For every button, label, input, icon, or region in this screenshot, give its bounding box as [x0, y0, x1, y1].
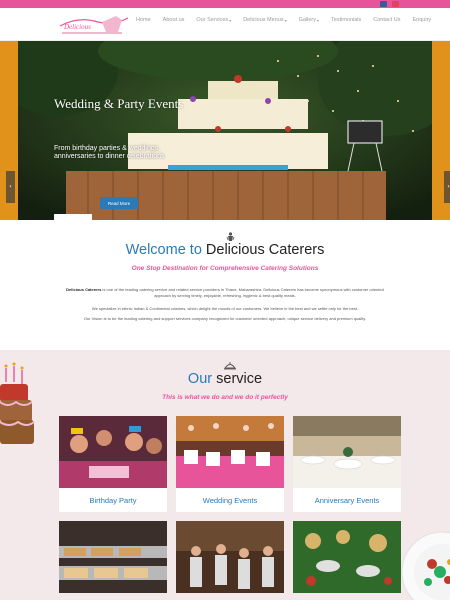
read-more-button[interactable]: Read More	[100, 197, 138, 209]
services-heading: Our service	[187, 371, 263, 387]
slide-indicator-tab[interactable]	[54, 214, 92, 222]
facebook-icon[interactable]	[380, 1, 387, 7]
service-card-birthday-party[interactable]: Birthday Party	[59, 416, 167, 512]
nav-our-services[interactable]: Our Services ▾	[190, 17, 237, 23]
instagram-icon[interactable]	[392, 1, 399, 7]
chevron-right-icon[interactable]: ›	[444, 171, 450, 203]
nav-home[interactable]: Home	[130, 17, 157, 23]
chevron-left-icon[interactable]: ‹	[6, 171, 15, 203]
service-card-corporate[interactable]	[176, 521, 284, 593]
intro-paragraph-1: Delicious Caterers is one of the leading…	[66, 287, 384, 298]
services-tagline: This is what we do and we do it perfectl…	[162, 394, 288, 401]
salad-plate-image	[401, 531, 450, 600]
welcome-tagline: One Stop Destination for Comprehensive C…	[131, 265, 319, 272]
svg-text:Delicious: Delicious	[63, 23, 91, 31]
nav-testimonials[interactable]: Testimonials	[325, 17, 367, 23]
anniversary-events-image	[293, 416, 401, 488]
hero-title: Wedding & Party Events	[54, 96, 184, 111]
nav-enquiry[interactable]: Enquiry	[407, 17, 438, 23]
hero-subtitle: From birthday parties & weddings, annive…	[54, 145, 165, 160]
card-label: Wedding Events	[202, 495, 258, 505]
nav-contact-us[interactable]: Contact Us	[367, 17, 406, 23]
intro-paragraph-3: Our Vision is to be the leading catering…	[83, 316, 367, 321]
delicious-caterers-logo[interactable]: Delicious	[58, 12, 130, 37]
nav-about-us[interactable]: About us	[157, 17, 191, 23]
intro-paragraph-2: We specialize in ethnic Indian & Contine…	[91, 306, 359, 311]
nav-delicious-menus[interactable]: Delicious Menus ▾	[237, 17, 292, 23]
hero-image	[18, 41, 432, 220]
chevron-down-icon: ▾	[284, 17, 287, 23]
top-contact-bar	[0, 0, 450, 8]
service-card-buffet[interactable]	[59, 521, 167, 593]
welcome-heading: Welcome to Delicious Caterers	[125, 242, 325, 258]
wedding-events-image	[176, 416, 284, 488]
food-platter-image	[293, 521, 401, 593]
card-label: Birthday Party	[89, 495, 137, 505]
site-header: Delicious Home About us Our Services ▾ De…	[0, 8, 450, 41]
card-label: Anniversary Events	[314, 495, 380, 505]
corporate-event-image	[176, 521, 284, 593]
chef-icon	[226, 232, 235, 241]
cloche-icon	[224, 362, 236, 370]
service-card-food[interactable]	[293, 521, 401, 593]
chevron-down-icon: ▾	[317, 17, 320, 23]
nav-gallery[interactable]: Gallery ▾	[293, 17, 325, 23]
main-nav: Home About us Our Services ▾ Delicious Me…	[130, 17, 437, 23]
service-card-anniversary-events[interactable]: Anniversary Events	[293, 416, 401, 512]
service-card-wedding-events[interactable]: Wedding Events	[176, 416, 284, 512]
buffet-image	[59, 521, 167, 593]
hero-slider: Wedding & Party Events From birthday par…	[0, 41, 450, 220]
chevron-down-icon: ▾	[229, 17, 232, 23]
birthday-party-image	[59, 416, 167, 488]
